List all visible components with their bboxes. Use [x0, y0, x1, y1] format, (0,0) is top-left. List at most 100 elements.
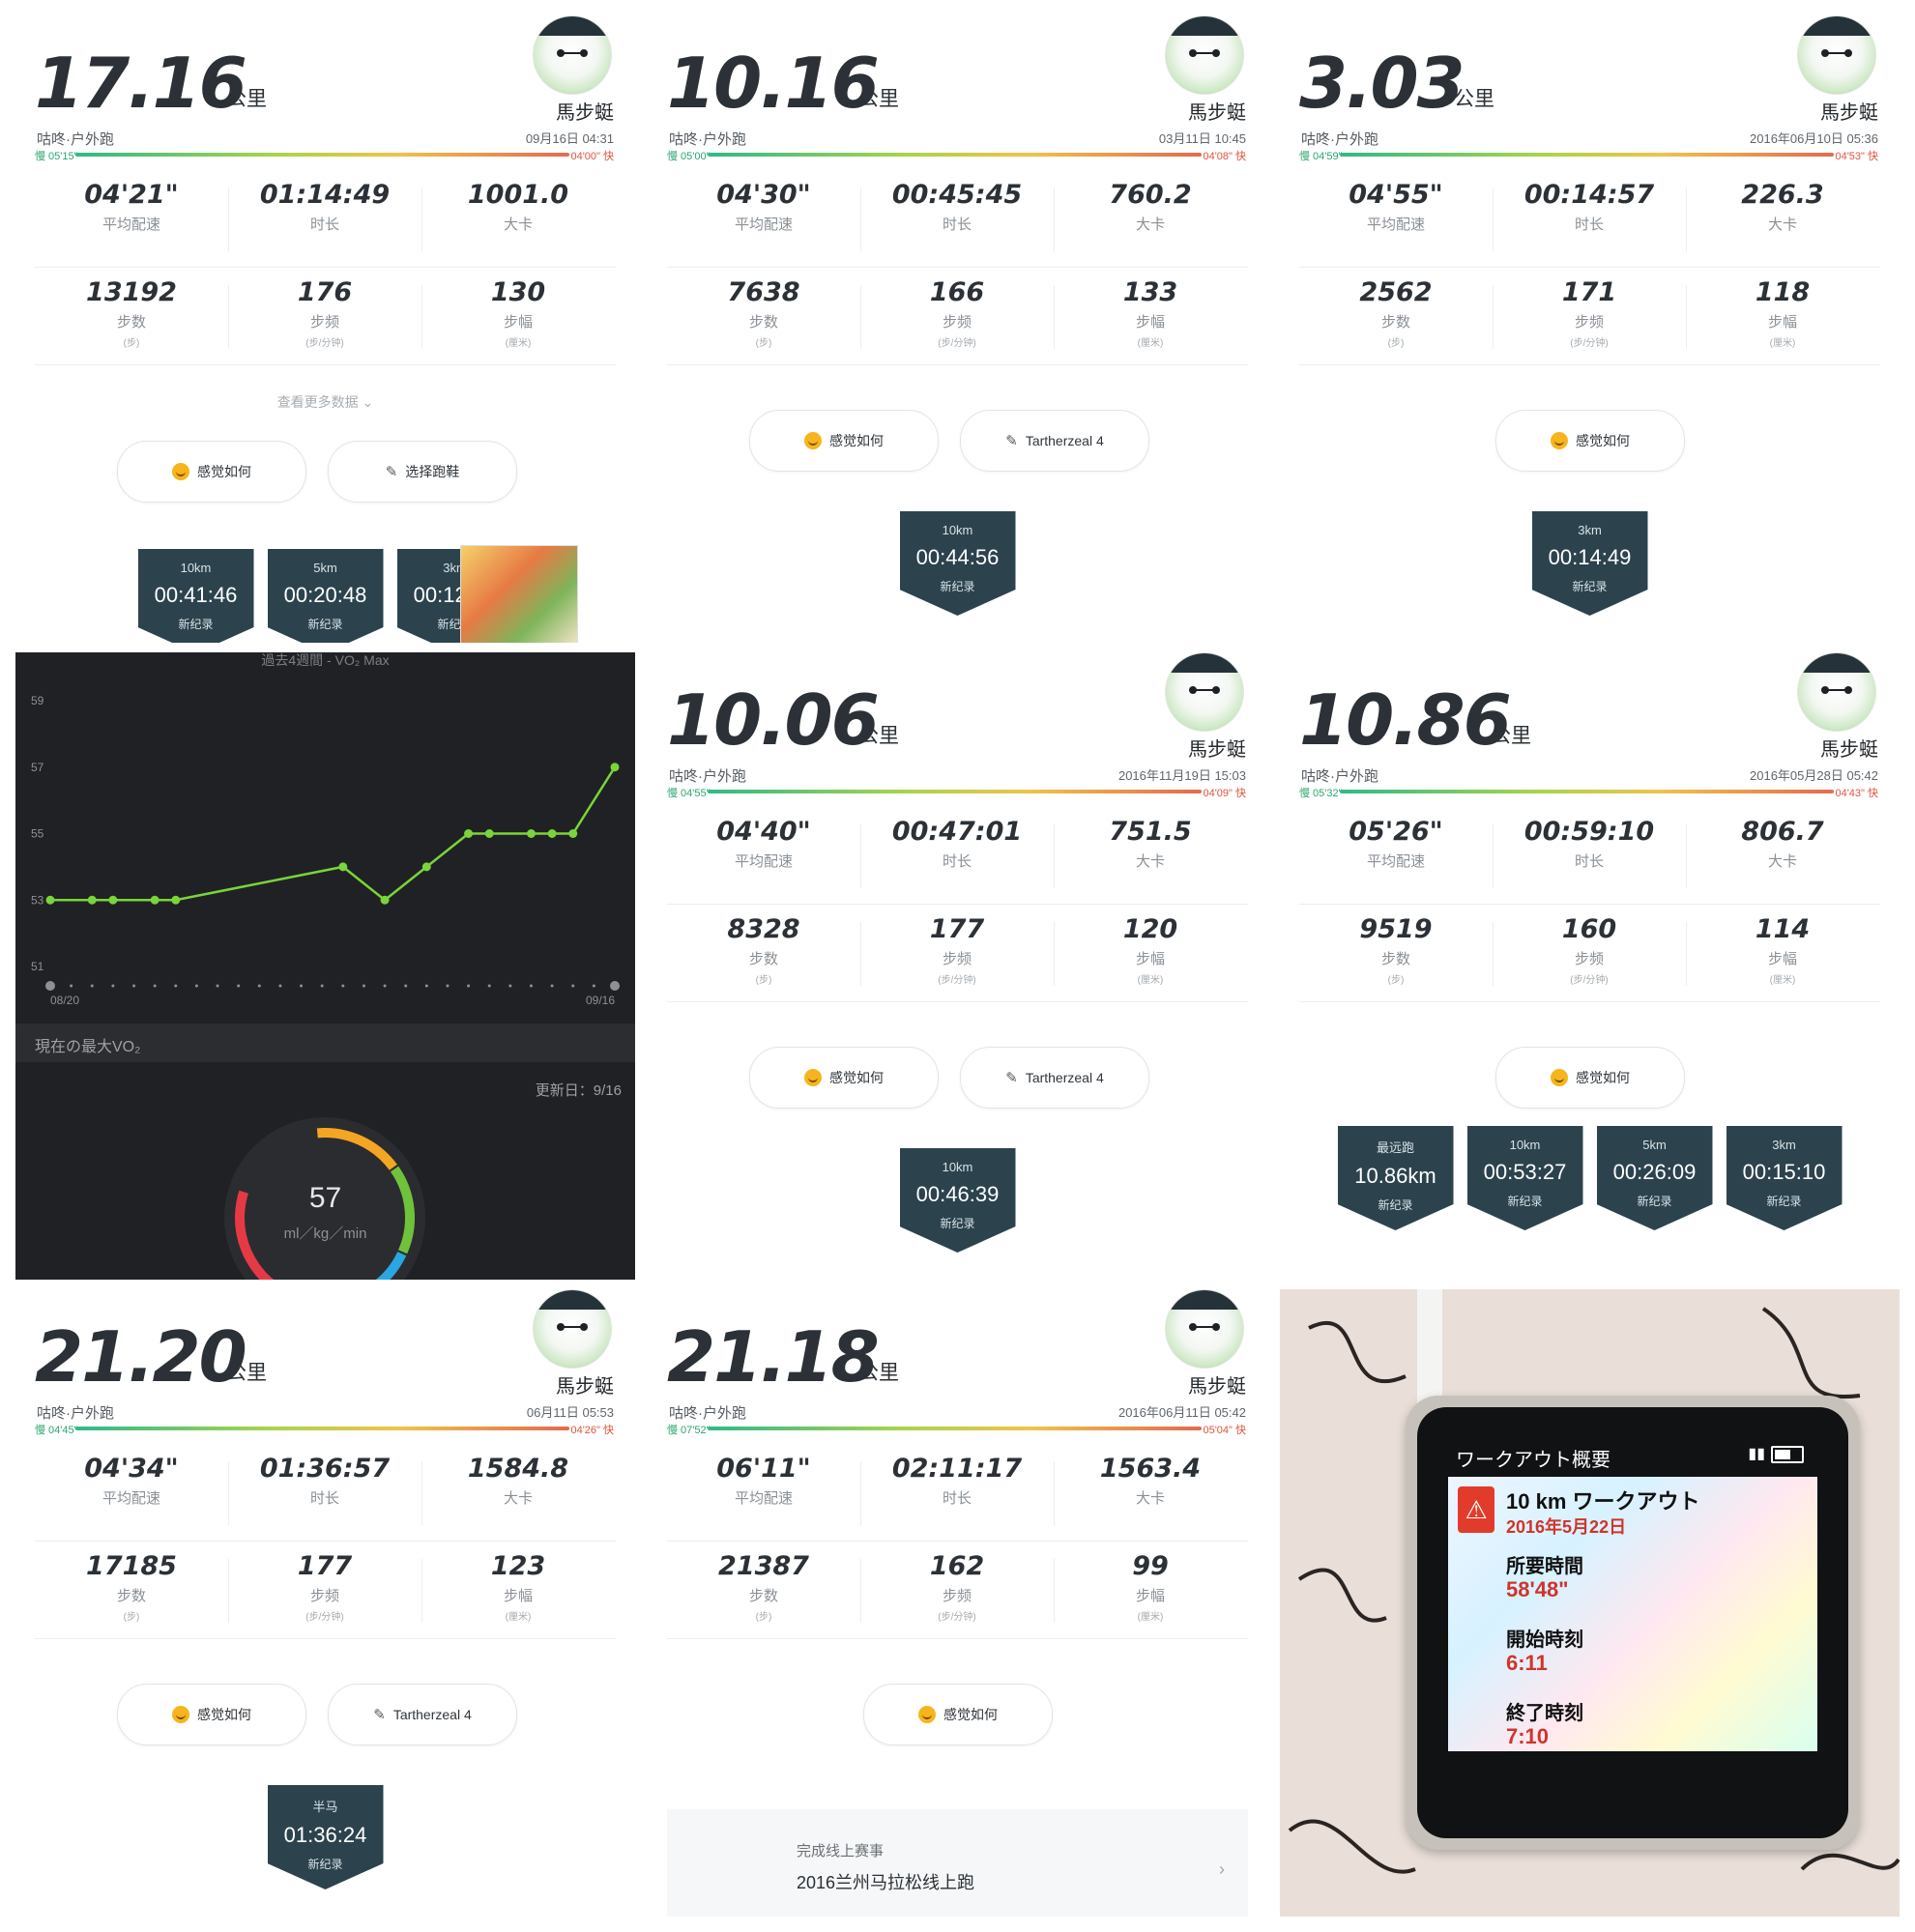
feeling-button[interactable]: 感觉如何: [1495, 410, 1685, 472]
stat-value: 9519: [1359, 914, 1433, 944]
vo2-data-point[interactable]: [338, 862, 348, 872]
map-thumbnail[interactable]: [460, 545, 578, 643]
badge-note: 新纪录: [1507, 1195, 1543, 1208]
badge-type: 10km: [942, 1160, 973, 1174]
stat-value: 114: [1755, 914, 1811, 944]
shoe-button[interactable]: ✎ Tartherzeal 4: [960, 1047, 1149, 1109]
vo2-data-point[interactable]: [484, 829, 494, 838]
record-badge[interactable]: 10km 00:41:46 新纪录: [137, 549, 254, 643]
vo2-data-point[interactable]: [45, 895, 55, 905]
stat-label: 步数: [748, 314, 778, 331]
stat-unit: (厘米): [1769, 338, 1796, 349]
stat-value: 162: [929, 1551, 985, 1581]
record-date: 09月16日 04:31: [525, 131, 614, 146]
record-badge[interactable]: 5km 00:26:09 新纪录: [1596, 1126, 1713, 1230]
stat-value: 00:45:45: [891, 180, 1023, 210]
stat-unit: (步): [123, 338, 140, 349]
record-badge[interactable]: 10km 00:44:56 新纪录: [899, 511, 1016, 616]
avatar[interactable]: [1165, 1289, 1244, 1369]
x-tick-label: 09/16: [586, 994, 615, 1007]
vo2-data-point[interactable]: [380, 895, 390, 905]
workout-title: 10 km ワークアウト: [1506, 1489, 1700, 1514]
stat-label: 大卡: [1135, 853, 1165, 870]
stat-item: 13192 步数 (步): [35, 277, 228, 349]
vo2-data-point[interactable]: [87, 895, 97, 905]
record-badge[interactable]: 3km 00:15:10 新纪录: [1726, 1126, 1842, 1230]
feeling-button[interactable]: 感觉如何: [117, 1684, 306, 1745]
shoe-button[interactable]: ✎ Tartherzeal 4: [960, 410, 1149, 472]
avatar[interactable]: [533, 1289, 612, 1369]
stat-item: 04'30" 平均配速: [667, 180, 860, 237]
race-card[interactable]: 完成线上赛事 2016兰州马拉松线上跑 ›: [667, 1809, 1248, 1917]
stats-row: 21387 步数 (步) 162 步频 (步/分钟) 99 步幅 (厘米): [667, 1542, 1248, 1639]
stat-label: 时长: [1574, 216, 1604, 233]
feeling-button[interactable]: 感觉如何: [1495, 1047, 1685, 1109]
avatar[interactable]: [1797, 15, 1876, 95]
feeling-button[interactable]: 感觉如何: [749, 410, 939, 472]
run-record-1: 17.16 公里 咕咚·户外跑 馬步蜓 09月16日 04:31 慢 05'15" 04'0…: [15, 15, 635, 643]
vo2-data-point[interactable]: [526, 829, 536, 838]
pace-gradient-bar: [708, 153, 1202, 157]
stat-unit: (厘米): [1769, 975, 1796, 986]
feeling-button[interactable]: 感觉如何: [749, 1047, 939, 1109]
stat-label: 大卡: [1767, 853, 1797, 870]
stat-item: 00:47:01 时长: [860, 817, 1054, 874]
pencil-icon: ✎: [1005, 1070, 1018, 1086]
chevron-right-icon: ›: [1219, 1860, 1225, 1879]
badge-note: 新纪录: [307, 618, 343, 631]
workout-date: 2016年5月22日: [1506, 1517, 1627, 1537]
smile-icon: [1551, 432, 1568, 449]
record-badge[interactable]: 5km 00:20:48 新纪录: [267, 549, 384, 643]
stat-item: 7638 步数 (步): [667, 277, 860, 349]
record-badge[interactable]: 最远跑 10.86km 新纪录: [1337, 1126, 1454, 1230]
vo2-unit: ml／kg／min: [283, 1226, 367, 1242]
stat-unit: (步): [1387, 975, 1405, 986]
user-name: 馬步蜓: [1188, 1376, 1246, 1398]
shoe-button[interactable]: ✎ 选择跑鞋: [328, 441, 517, 503]
avatar[interactable]: [1165, 652, 1244, 732]
vo2-data-point[interactable]: [108, 895, 118, 905]
stats-row: 04'30" 平均配速 00:45:45 时长 760.2 大卡: [667, 170, 1248, 268]
stat-label: 步幅: [1135, 1588, 1165, 1604]
stat-label: 步频: [309, 1588, 339, 1604]
record-badge[interactable]: 半马 01:36:24 新纪录: [267, 1785, 384, 1889]
vo2-data-point[interactable]: [150, 895, 160, 905]
stat-label: 步数: [1380, 951, 1410, 967]
stat-value: 133: [1122, 277, 1178, 307]
stat-value: 02:11:17: [891, 1454, 1023, 1484]
record-badge[interactable]: 10km 00:53:27 新纪录: [1466, 1126, 1583, 1230]
feeling-button[interactable]: 感觉如何: [117, 441, 306, 503]
stats-row: 04'34" 平均配速 01:36:57 时长 1584.8 大卡: [35, 1444, 616, 1542]
badge-note: 新纪录: [1572, 580, 1608, 593]
stat-unit: (步/分钟): [1570, 975, 1609, 986]
avatar[interactable]: [1797, 652, 1876, 732]
user-name: 馬步蜓: [556, 102, 614, 124]
vo2-data-point[interactable]: [464, 829, 474, 838]
stats-row: 9519 步数 (步) 160 步频 (步/分钟) 114 步幅 (厘米): [1299, 905, 1880, 1002]
avatar[interactable]: [1165, 15, 1244, 95]
feeling-button[interactable]: 感觉如何: [863, 1684, 1053, 1745]
record-badge[interactable]: 10km 00:46:39 新纪录: [899, 1148, 1016, 1253]
view-more-link[interactable]: 查看更多数据 ⌄: [15, 392, 635, 412]
vo2-data-point[interactable]: [610, 763, 620, 772]
end-label: 終了時刻: [1506, 1703, 1583, 1724]
shoe-button[interactable]: ✎ Tartherzeal 4: [328, 1684, 517, 1745]
avatar[interactable]: [533, 15, 612, 95]
record-date: 06月11日 05:53: [526, 1405, 614, 1420]
vo2-data-point[interactable]: [171, 895, 181, 905]
run-record-2: 10.16 公里 咕咚·户外跑 馬步蜓 03月11日 10:45 慢 05'00" 04'0…: [648, 15, 1267, 643]
stats-row: 13192 步数 (步) 176 步频 (步/分钟) 130 步幅 (厘米): [35, 268, 616, 365]
shoe-button-label: 选择跑鞋: [405, 464, 460, 479]
pace-gradient-bar: [1340, 790, 1834, 793]
badge-type: 最远跑: [1376, 1140, 1414, 1155]
stat-item: 160 步频 (步/分钟): [1493, 914, 1686, 986]
vo2-data-point[interactable]: [421, 862, 431, 872]
stat-label: 步幅: [1135, 951, 1165, 967]
stat-item: 162 步频 (步/分钟): [860, 1551, 1054, 1623]
record-badge[interactable]: 3km 00:14:49 新纪录: [1531, 511, 1648, 616]
stat-label: 步频: [942, 951, 972, 967]
stat-value: 8328: [727, 914, 800, 944]
vo2-data-point[interactable]: [568, 829, 578, 838]
race-label: 完成线上赛事: [797, 1843, 885, 1860]
vo2-data-point[interactable]: [547, 829, 557, 838]
